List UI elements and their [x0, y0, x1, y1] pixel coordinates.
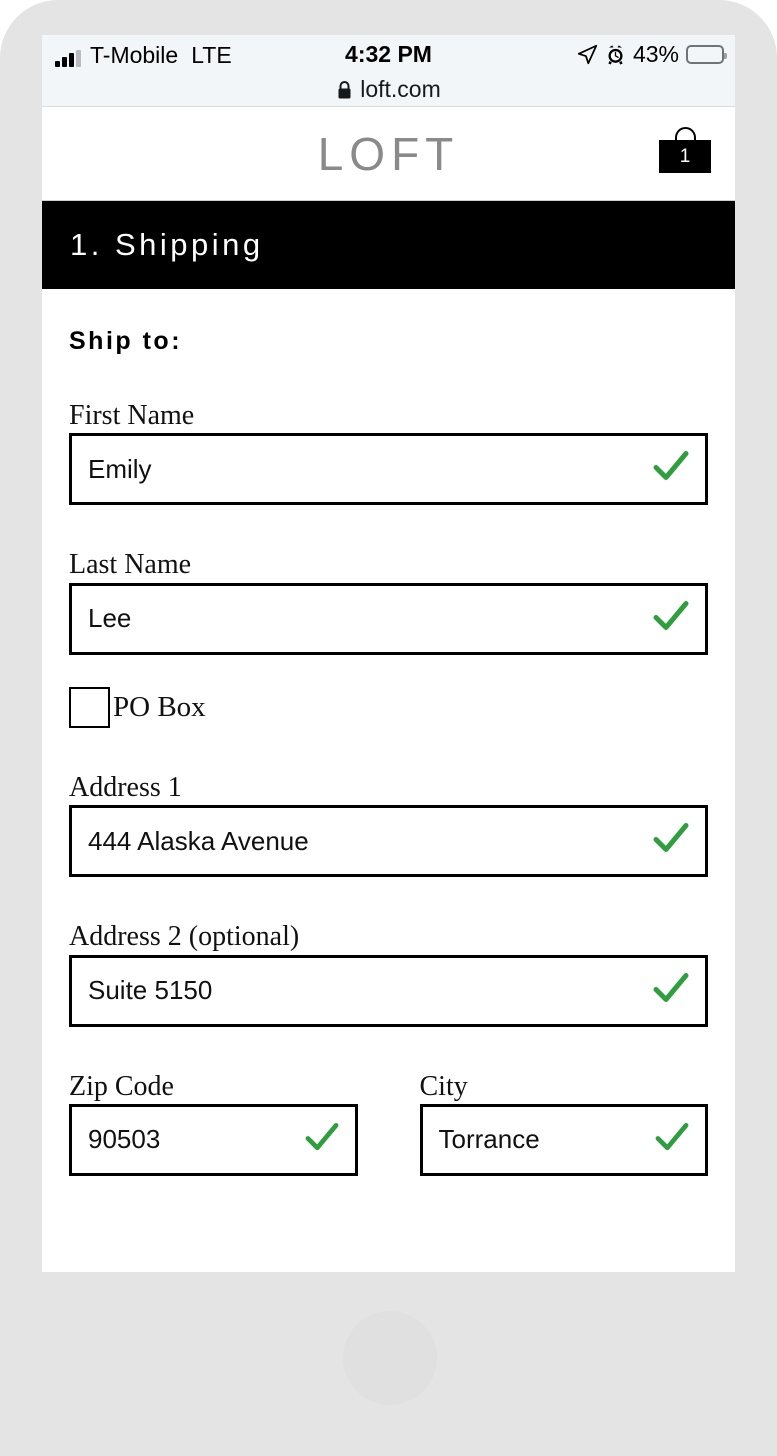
field-first-name: First Name Emily	[69, 400, 708, 506]
po-box-row[interactable]: PO Box	[69, 686, 708, 728]
battery-icon	[686, 44, 727, 64]
shopping-bag-icon[interactable]: 1	[659, 127, 711, 175]
location-arrow-icon	[577, 44, 598, 65]
site-header: LOFT 1	[42, 107, 735, 201]
city-input[interactable]: Torrance	[419, 1103, 708, 1176]
green-checkmark-icon	[653, 451, 689, 488]
po-box-label: PO Box	[113, 690, 206, 723]
green-checkmark-icon	[653, 823, 689, 860]
green-checkmark-icon	[655, 1122, 689, 1157]
checkout-step-banner: 1. Shipping	[42, 201, 735, 289]
browser-url-bar[interactable]: loft.com	[42, 73, 735, 107]
address-1-value: 444 Alaska Avenue	[88, 825, 309, 856]
address-1-label: Address 1	[69, 771, 182, 803]
last-name-input[interactable]: Lee	[69, 582, 708, 655]
loft-logo[interactable]: LOFT	[318, 127, 460, 181]
last-name-value: Lee	[88, 603, 132, 634]
city-value: Torrance	[438, 1124, 540, 1155]
field-city: City Torrance	[419, 1070, 708, 1176]
address-2-input[interactable]: Suite 5150	[69, 954, 708, 1027]
ios-status-bar: T-Mobile LTE 4:32 PM 43%	[42, 35, 735, 73]
green-checkmark-icon	[653, 600, 689, 637]
url-text: loft.com	[360, 76, 441, 102]
alarm-clock-icon	[605, 44, 626, 65]
zip-code-value: 90503	[88, 1124, 161, 1155]
po-box-checkbox[interactable]	[69, 686, 110, 728]
phone-screen: T-Mobile LTE 4:32 PM 43% loft.com LOFT 1…	[42, 35, 735, 1272]
bag-body: 1	[659, 140, 711, 173]
home-button[interactable]	[343, 1311, 437, 1405]
zip-code-label: Zip Code	[69, 1070, 174, 1102]
field-zip-code: Zip Code 90503	[69, 1070, 358, 1176]
step-title: 1. Shipping	[70, 227, 264, 262]
ship-to-heading: Ship to:	[69, 327, 183, 355]
bag-item-count: 1	[679, 146, 691, 167]
city-label: City	[419, 1070, 468, 1102]
first-name-input[interactable]: Emily	[69, 433, 708, 506]
lock-icon	[336, 80, 353, 100]
field-last-name: Last Name Lee	[69, 549, 708, 655]
address-1-input[interactable]: 444 Alaska Avenue	[69, 805, 708, 878]
address-2-label: Address 2 (optional)	[69, 921, 300, 953]
green-checkmark-icon	[305, 1122, 339, 1157]
first-name-label: First Name	[69, 400, 195, 431]
shipping-form: Ship to: First Name Emily Last Name Lee …	[42, 327, 735, 1176]
first-name-value: Emily	[88, 453, 152, 484]
green-checkmark-icon	[653, 972, 689, 1009]
field-address-1: Address 1 444 Alaska Avenue	[69, 771, 708, 878]
last-name-label: Last Name	[69, 549, 192, 581]
phone-frame: T-Mobile LTE 4:32 PM 43% loft.com LOFT 1…	[0, 0, 777, 1456]
battery-percentage: 43%	[632, 40, 679, 67]
status-bar-right: 43%	[577, 40, 727, 68]
field-address-2: Address 2 (optional) Suite 5150	[69, 921, 708, 1027]
zip-code-input[interactable]: 90503	[69, 1103, 358, 1176]
address-2-value: Suite 5150	[88, 975, 213, 1006]
zip-city-row: Zip Code 90503 City Torrance	[69, 1070, 708, 1176]
